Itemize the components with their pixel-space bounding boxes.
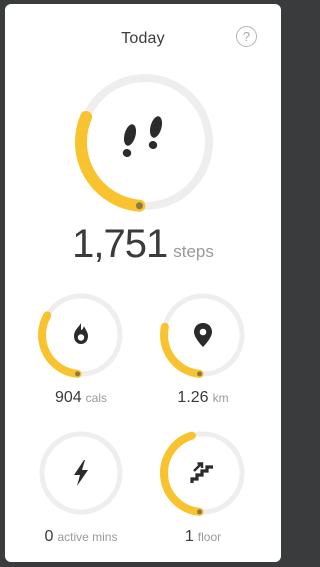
location-pin-icon (194, 323, 212, 347)
floors-stat: 1 floor (138, 528, 268, 546)
floors-unit: floor (197, 530, 222, 544)
footprints-icon (122, 116, 163, 158)
floors-progress-ring[interactable] (160, 430, 246, 516)
steps-progress-marker (135, 202, 143, 210)
calories-unit: cals (85, 391, 108, 405)
active-minutes-stat: 0 active mins (16, 528, 146, 546)
steps-unit: steps (173, 242, 214, 261)
calories-value: 904 (54, 389, 82, 406)
active-minutes-value: 0 (44, 528, 54, 545)
flame-icon (74, 323, 88, 344)
distance-value: 1.26 (177, 389, 209, 406)
distance-unit: km (212, 391, 229, 405)
distance-progress-ring[interactable] (160, 292, 246, 378)
floors-value: 1 (184, 528, 194, 545)
steps-progress-ring[interactable] (75, 72, 215, 212)
active-minutes-unit: active mins (57, 530, 118, 544)
calories-progress-ring[interactable] (38, 292, 124, 378)
steps-count: 1,751 (72, 222, 168, 266)
distance-stat: 1.26 km (138, 389, 268, 407)
steps-value: 1,751 steps (5, 222, 281, 267)
today-dashboard-card: Today ? 1,751 steps 904 cals 1.26 km 0 a… (5, 4, 281, 562)
stairs-icon (190, 462, 213, 483)
calories-stat: 904 cals (16, 389, 146, 407)
lightning-bolt-icon (74, 460, 88, 486)
help-button[interactable]: ? (236, 26, 257, 47)
active-minutes-progress-ring[interactable] (38, 430, 124, 516)
